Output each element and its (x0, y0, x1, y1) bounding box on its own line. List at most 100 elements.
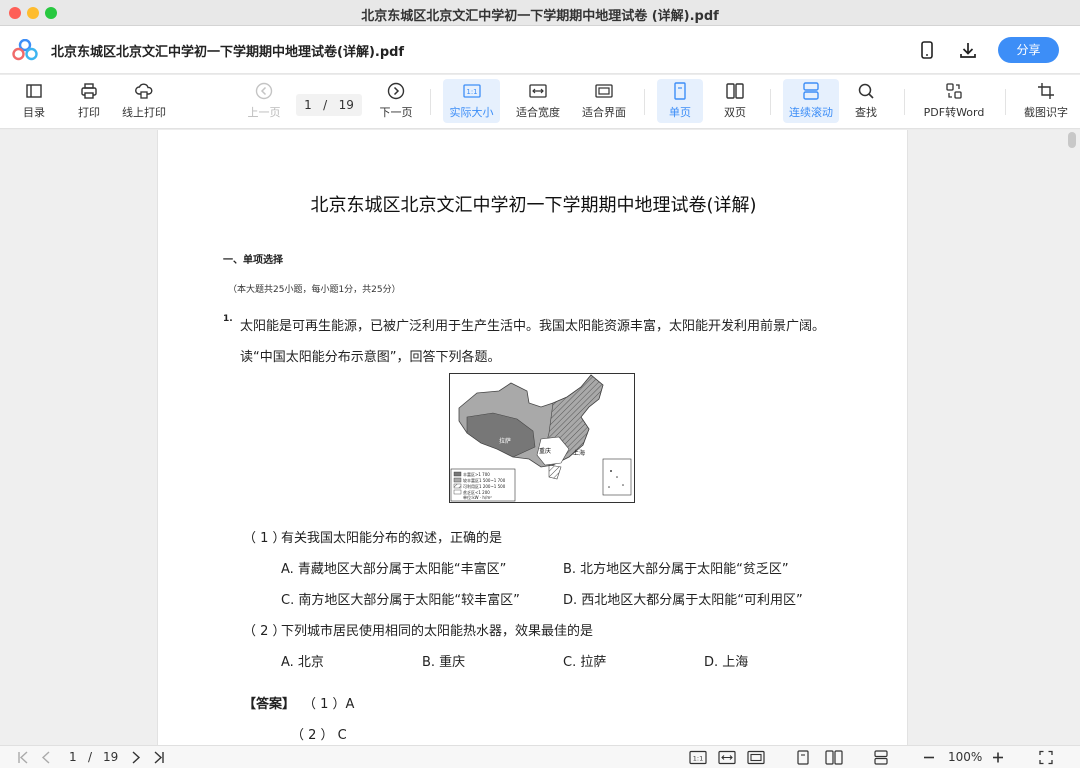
section-heading: 一、单项选择 (223, 255, 283, 266)
section-note: （本大题共25小题，每小题1分，共25分） (228, 285, 401, 295)
main-toolbar: 目录 打印 线上打印 上一页 1 / 19 下一页 1:1 实际大小 适合宽度 … (0, 75, 1080, 129)
continuous-scroll-button[interactable]: 连续滚动 (783, 79, 839, 123)
actual-size-button[interactable]: 1:1 实际大小 (443, 79, 500, 123)
chevron-right-circle-icon (387, 82, 405, 100)
window-titlebar: 北京东城区北京文汇中学初一下学期期中地理试卷 (详解).pdf (0, 0, 1080, 26)
fit-width-icon[interactable] (718, 750, 736, 765)
mobile-phone-icon[interactable] (917, 40, 937, 60)
single-page-label: 单页 (669, 106, 691, 119)
convert-icon (946, 83, 962, 99)
toolbar-divider (430, 89, 431, 115)
fit-width-icon (529, 84, 547, 98)
zoom-level[interactable]: 100% (948, 750, 982, 765)
zoom-in-icon[interactable] (991, 750, 1005, 765)
find-label: 查找 (855, 106, 877, 119)
option-c-1: C. 南方地区大部分属于太阳能“较丰富区” (281, 593, 520, 608)
legend-fairly-rich: 较丰富区1 500~1 700 (463, 477, 506, 483)
double-page-label: 双页 (724, 106, 746, 119)
download-icon[interactable] (958, 40, 978, 60)
fit-page-label: 适合界面 (582, 106, 626, 119)
actual-size-label: 实际大小 (449, 106, 494, 119)
toolbar-divider (644, 89, 645, 115)
question-text-line-1: 太阳能是可再生能源，已被广泛利用于生产生活中。我国太阳能资源丰富，太阳能开发利用… (240, 319, 826, 334)
prev-page-label: 上一页 (247, 106, 281, 119)
fit-page-icon (595, 84, 613, 98)
status-page-total: 19 (103, 750, 119, 764)
double-page-button[interactable]: 双页 (713, 79, 757, 123)
vertical-scrollbar-thumb[interactable] (1068, 132, 1076, 148)
last-page-icon[interactable] (152, 750, 166, 765)
share-button[interactable]: 分享 (998, 37, 1059, 63)
map-label-chongqing: 重庆 (539, 447, 551, 455)
find-button[interactable]: 查找 (846, 79, 886, 123)
fit-page-button[interactable]: 适合界面 (577, 79, 631, 123)
answer-label: 【答案】 (243, 697, 296, 712)
single-page-icon[interactable] (796, 750, 810, 765)
continuous-scroll-icon[interactable] (873, 750, 889, 765)
search-icon (858, 83, 874, 99)
fit-page-icon[interactable] (747, 750, 765, 765)
legend-usable: 可利用区1 200~1 500 (463, 483, 506, 489)
prev-page-icon[interactable] (40, 750, 52, 765)
legend-unit: 单位:kW · h/m² (463, 494, 492, 500)
chevron-left-circle-icon (255, 82, 273, 100)
next-page-icon[interactable] (130, 750, 142, 765)
document-name: 北京东城区北京文汇中学初一下学期期中地理试卷(详解).pdf (51, 45, 405, 60)
option-a-2: A. 北京 (281, 655, 324, 670)
document-title: 北京东城区北京文汇中学初一下学期期中地理试卷(详解) (310, 195, 757, 216)
single-page-icon (674, 82, 686, 100)
china-solar-map-image: 拉萨 重庆 上海 丰富区>1 700 较丰富区1 500~1 700 可利用区1… (449, 373, 635, 503)
toolbar-divider (770, 89, 771, 115)
fullscreen-icon[interactable] (1039, 750, 1053, 765)
legend-rich: 丰富区>1 700 (463, 471, 490, 477)
page-total: 19 (338, 98, 354, 112)
toc-label: 目录 (23, 106, 45, 119)
pdf-page: 北京东城区北京文汇中学初一下学期期中地理试卷(详解) 一、单项选择 （本大题共2… (157, 130, 908, 745)
answer-1: （ 1 ）A (303, 697, 355, 712)
continuous-scroll-label: 连续滚动 (789, 106, 833, 119)
svg-text:1:1: 1:1 (693, 755, 703, 763)
map-label-shanghai: 上海 (573, 449, 585, 457)
svg-text:1:1: 1:1 (466, 88, 477, 96)
fit-width-label: 适合宽度 (516, 106, 560, 119)
status-bar: 1 / 19 1:1 100% (0, 745, 1080, 768)
actual-size-icon[interactable]: 1:1 (689, 750, 707, 765)
printer-icon (81, 83, 97, 99)
next-page-label: 下一页 (379, 106, 413, 119)
answer-2: （ 2 ） C (291, 728, 347, 743)
fit-width-button[interactable]: 适合宽度 (511, 79, 565, 123)
question-number: 1. (223, 314, 233, 324)
toolbar-divider (1005, 89, 1006, 115)
print-label: 打印 (78, 106, 100, 119)
single-page-button[interactable]: 单页 (657, 79, 703, 123)
toc-button[interactable]: 目录 (14, 79, 54, 123)
pdf-to-word-button[interactable]: PDF转Word (918, 79, 990, 123)
sub-question-2-text: 下列城市居民使用相同的太阳能热水器，效果最佳的是 (281, 624, 594, 639)
option-c-2: C. 拉萨 (563, 655, 607, 670)
online-print-label: 线上打印 (122, 106, 166, 119)
online-print-button[interactable]: 线上打印 (118, 79, 170, 123)
prev-page-button[interactable]: 上一页 (244, 79, 284, 123)
double-page-icon (726, 83, 744, 99)
double-page-icon[interactable] (825, 750, 843, 765)
option-b-2: B. 重庆 (422, 655, 466, 670)
screenshot-ocr-button[interactable]: 截图识字 (1020, 79, 1072, 123)
app-header: 北京东城区北京文汇中学初一下学期期中地理试卷(详解).pdf 分享 (0, 26, 1080, 74)
screenshot-ocr-label: 截图识字 (1024, 106, 1068, 119)
sub-question-1-number: （ 1 ） (243, 531, 286, 546)
first-page-icon[interactable] (16, 750, 30, 765)
question-text-line-2: 读“中国太阳能分布示意图”，回答下列各题。 (240, 350, 501, 365)
next-page-button[interactable]: 下一页 (376, 79, 416, 123)
status-page-separator: / (88, 750, 93, 764)
document-viewport[interactable]: 北京东城区北京文汇中学初一下学期期中地理试卷(详解) 一、单项选择 （本大题共2… (0, 130, 1080, 745)
zoom-out-icon[interactable] (922, 750, 936, 765)
option-b-1: B. 北方地区大部分属于太阳能“贫乏区” (563, 562, 789, 577)
toolbar-divider (904, 89, 905, 115)
option-d-1: D. 西北地区大都分属于太阳能“可利用区” (563, 593, 803, 608)
status-page-current[interactable]: 1 (69, 750, 77, 765)
print-button[interactable]: 打印 (69, 79, 109, 123)
page-number-input[interactable]: 1 / 19 (296, 94, 362, 116)
sub-question-1-text: 有关我国太阳能分布的叙述，正确的是 (281, 531, 503, 546)
toc-icon (26, 84, 42, 98)
app-logo-icon (12, 39, 38, 61)
